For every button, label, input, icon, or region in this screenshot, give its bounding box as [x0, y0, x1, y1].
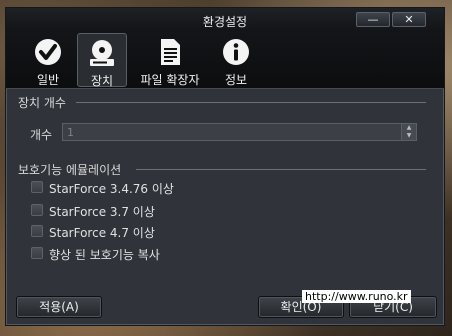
apply-button[interactable]: 적용(A)	[16, 296, 102, 318]
settings-window: 환경설정 — ✕ 일반 장치 파일 확장자 정보 장치 개수 개수 1 ▲ ▼ …	[5, 7, 445, 326]
checkbox-box[interactable]	[31, 225, 43, 237]
protection-section-title: 보호기능 에뮬레이션	[18, 163, 122, 177]
checkbox-label: StarForce 3.7 이상	[49, 205, 155, 219]
checkbox-box[interactable]	[31, 181, 43, 193]
checkbox-box[interactable]	[31, 247, 43, 259]
tab-file-extensions[interactable]: 파일 확장자	[132, 33, 208, 87]
spin-arrows[interactable]: ▲ ▼	[401, 124, 416, 140]
device-count-section-title: 장치 개수	[18, 96, 66, 110]
tab-device-label: 장치	[90, 74, 114, 88]
minimize-button[interactable]: —	[356, 12, 390, 27]
watermark-text: http://www.runo.kr	[302, 290, 411, 303]
device-count-spinbox[interactable]: 1 ▲ ▼	[62, 123, 417, 141]
close-window-button[interactable]: ✕	[392, 12, 426, 27]
info-icon	[223, 39, 249, 65]
device-count-label: 개수	[30, 128, 53, 142]
tab-general-label: 일반	[36, 73, 60, 87]
document-icon	[161, 39, 180, 65]
chevron-down-icon[interactable]: ▼	[402, 132, 416, 140]
section-divider	[76, 102, 426, 103]
section-divider	[136, 169, 426, 170]
checkbox-label: StarForce 4.7 이상	[49, 226, 155, 240]
tab-info[interactable]: 정보	[212, 33, 260, 87]
checkbox-box[interactable]	[31, 204, 43, 216]
tab-file-extensions-label: 파일 확장자	[140, 73, 200, 87]
chevron-up-icon[interactable]: ▲	[402, 124, 416, 132]
tab-general[interactable]: 일반	[23, 33, 73, 87]
device-count-value: 1	[67, 126, 74, 139]
check-circle-icon	[35, 39, 61, 65]
checkbox-label: StarForce 3.4.76 이상	[49, 182, 174, 196]
disc-drive-icon	[90, 40, 114, 66]
checkbox-label: 향상 된 보호기능 복사	[49, 248, 160, 262]
tab-info-label: 정보	[224, 73, 248, 87]
title-bar[interactable]: 환경설정 — ✕	[6, 8, 444, 32]
toolbar: 일반 장치 파일 확장자 정보	[6, 32, 444, 89]
tab-device[interactable]: 장치	[77, 33, 127, 88]
